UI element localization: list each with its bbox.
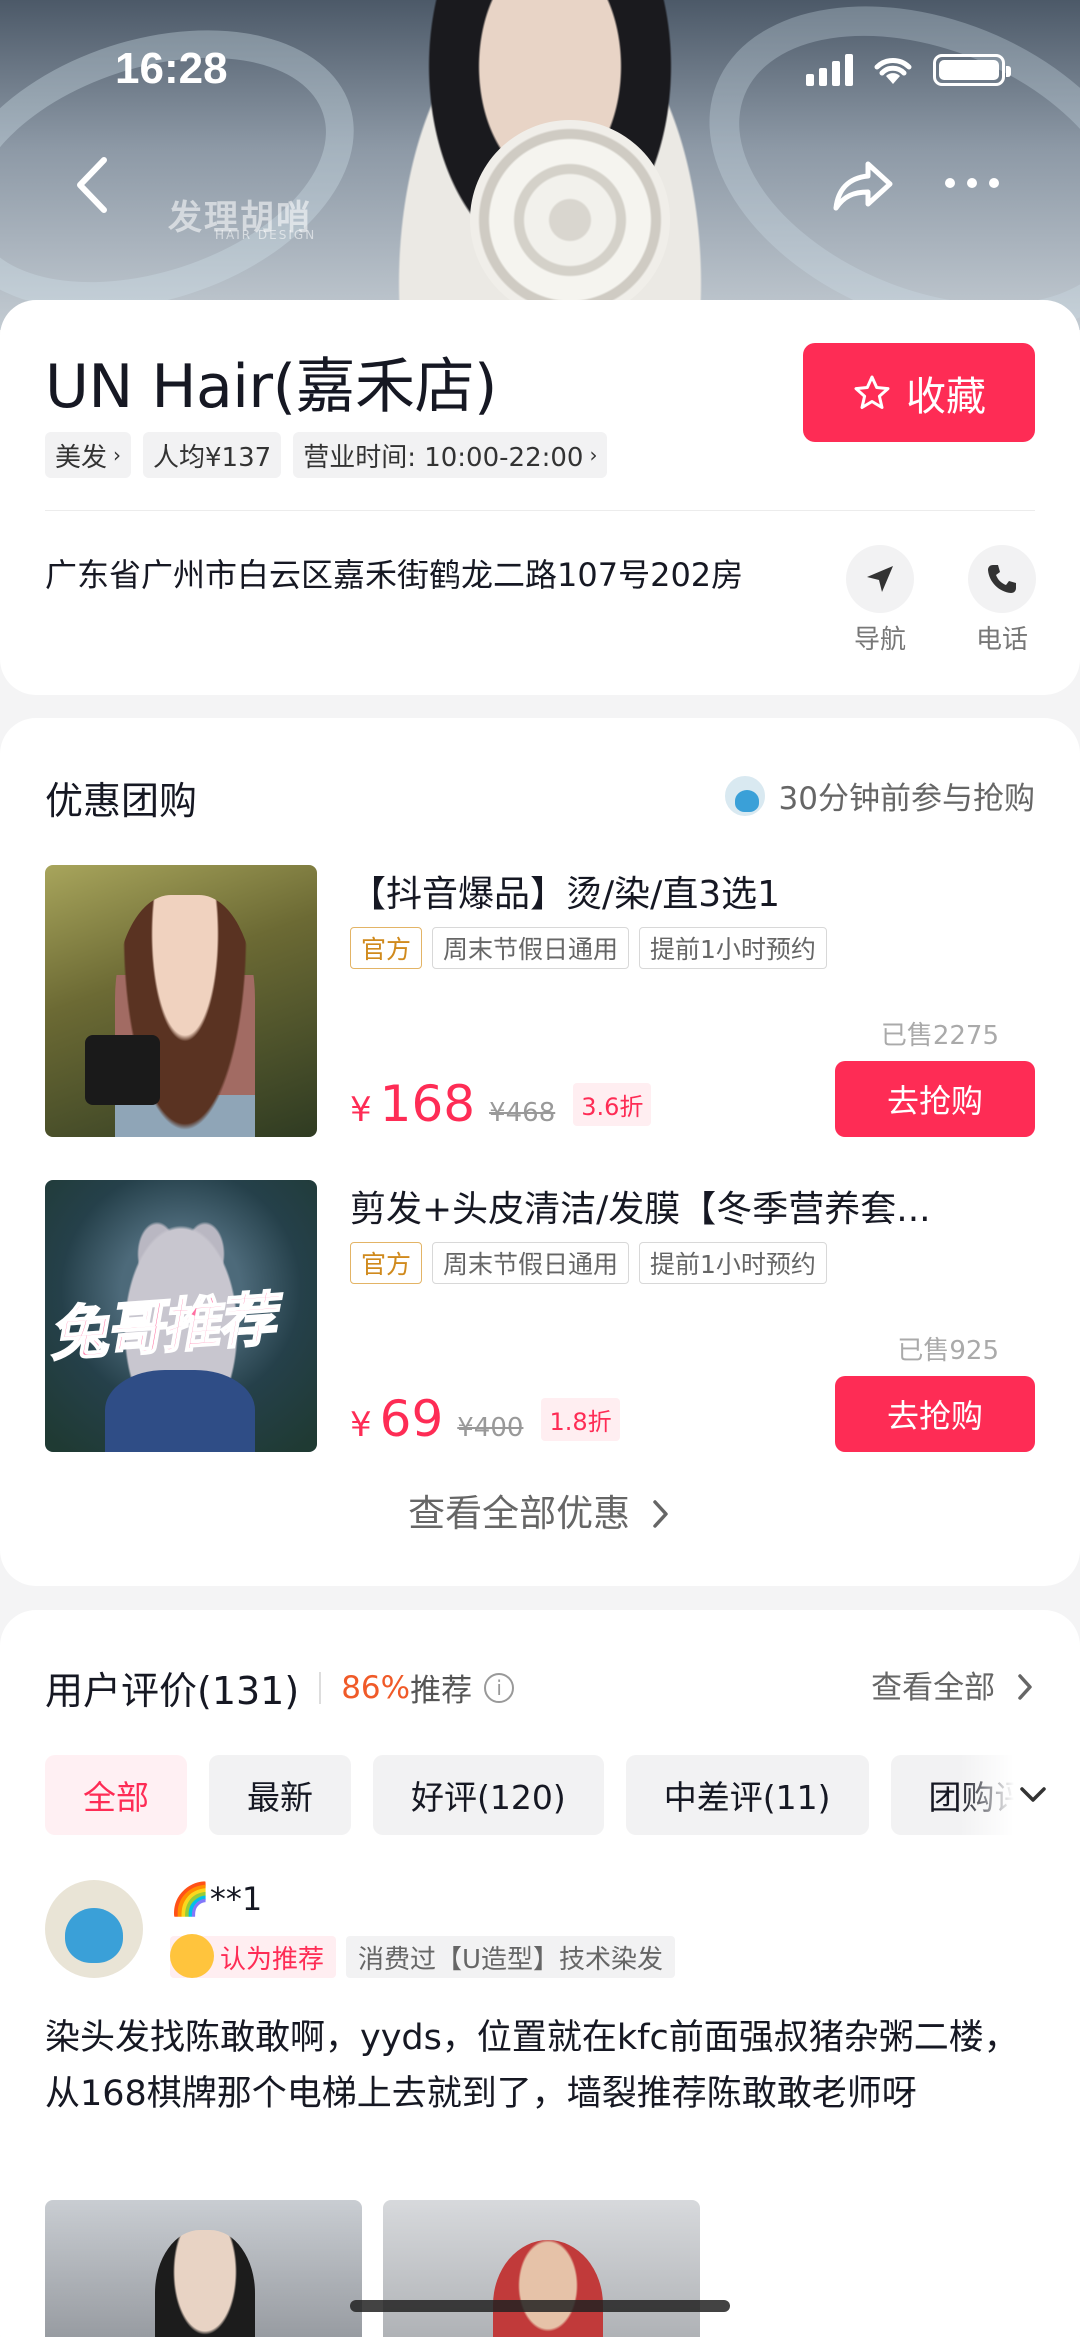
signal-icon	[806, 54, 853, 86]
official-tag: 官方	[350, 927, 423, 969]
recommend-label: 推荐	[410, 1673, 473, 1709]
deal-image	[45, 865, 317, 1137]
reviews-header: 用户评价(131) 86% 推荐 i	[45, 1660, 515, 1715]
chevron-right-icon: ›	[113, 443, 122, 467]
shop-info-card: UN Hair(嘉禾店) 收藏 美发 › 人均¥137 营业时间: 10:00-2…	[0, 300, 1080, 695]
status-icons	[806, 52, 1011, 86]
recommend-percent: 86%	[341, 1669, 411, 1706]
favorite-label: 收藏	[906, 373, 986, 420]
navigation-button[interactable]: 导航	[835, 545, 925, 656]
phone-button[interactable]: 电话	[957, 545, 1047, 656]
recommend-badge: 认为推荐	[170, 1934, 337, 1978]
sold-count: 已售925	[897, 1336, 999, 1366]
buy-button[interactable]: 去抢购	[835, 1376, 1035, 1452]
deal-tag: 提前1小时预约	[639, 1242, 827, 1284]
favorite-button[interactable]: 收藏	[803, 343, 1035, 442]
hero-watermark-sub: HAIR DESIGN	[215, 228, 317, 242]
deal-tag: 提前1小时预约	[639, 927, 827, 969]
deal-image-caption: 兔哥推荐	[46, 1284, 276, 1369]
phone-label: 电话	[975, 625, 1028, 655]
chevron-right-icon	[653, 1500, 668, 1528]
phone-icon	[988, 565, 1016, 593]
deals-card: 优惠团购 30分钟前参与抢购 【抖音爆品】烫/染/直3选1 官方 周末节假日通用…	[0, 718, 1080, 1586]
filter-latest[interactable]: 最新	[209, 1755, 351, 1835]
info-icon[interactable]: i	[484, 1672, 515, 1703]
buy-button[interactable]: 去抢购	[835, 1061, 1035, 1137]
deal-tags: 官方 周末节假日通用 提前1小时预约	[350, 1242, 827, 1284]
price-row: ¥ 168 ¥468 3.6折	[350, 1075, 652, 1133]
chevron-down-icon	[1020, 1787, 1046, 1802]
wifi-icon	[874, 58, 912, 84]
avatar[interactable]	[45, 1880, 143, 1978]
discount-badge: 3.6折	[573, 1082, 652, 1126]
deal-item[interactable]: 【抖音爆品】烫/染/直3选1 官方 周末节假日通用 提前1小时预约 已售2275…	[45, 865, 1035, 1137]
filter-all[interactable]: 全部	[45, 1755, 187, 1835]
deal-image: 兔哥推荐	[45, 1180, 317, 1452]
reviews-card: 用户评价(131) 86% 推荐 i 查看全部 全部 最新 好评(120) 中差…	[0, 1610, 1080, 2337]
status-time: 16:28	[115, 44, 228, 93]
sold-count: 已售2275	[880, 1021, 999, 1051]
navigation-label: 导航	[853, 625, 906, 655]
hours-tag[interactable]: 营业时间: 10:00-22:00 ›	[293, 432, 608, 478]
expand-filters-button[interactable]	[960, 1755, 1080, 1835]
battery-icon	[933, 54, 1011, 86]
deal-item[interactable]: 兔哥推荐 剪发+头皮清洁/发膜【冬季营养套... 官方 周末节假日通用 提前1小…	[45, 1180, 1035, 1452]
see-all-deals-link[interactable]: 查看全部优惠	[0, 1483, 1080, 1537]
chevron-right-icon: ›	[589, 443, 598, 467]
divider	[319, 1671, 322, 1704]
deal-price: 168	[379, 1075, 476, 1133]
star-icon	[854, 375, 890, 409]
review-badges: 认为推荐 消费过【U造型】技术染发	[170, 1934, 676, 1978]
deal-tags: 官方 周末节假日通用 提前1小时预约	[350, 927, 827, 969]
back-icon[interactable]	[68, 150, 118, 220]
consumed-badge: 消费过【U造型】技术染发	[346, 1936, 676, 1978]
price-row: ¥ 69 ¥400 1.8折	[350, 1390, 620, 1448]
original-price: ¥400	[457, 1413, 524, 1443]
currency-symbol: ¥	[350, 1090, 372, 1130]
deal-title: 剪发+头皮清洁/发膜【冬季营养套...	[350, 1189, 931, 1230]
deal-tag: 周末节假日通用	[432, 927, 630, 969]
deal-title: 【抖音爆品】烫/染/直3选1	[350, 874, 781, 915]
deal-price: 69	[379, 1390, 444, 1448]
recent-activity: 30分钟前参与抢购	[722, 773, 1035, 818]
category-tag[interactable]: 美发 ›	[45, 432, 132, 478]
hero-flower-image	[470, 120, 670, 320]
deals-title: 优惠团购	[45, 779, 198, 823]
currency-symbol: ¥	[350, 1405, 372, 1445]
reviewer-name[interactable]: 🌈**1	[170, 1880, 262, 1918]
shop-address: 广东省广州市白云区嘉禾街鹤龙二路107号202房	[45, 556, 744, 594]
home-indicator	[350, 2300, 730, 2312]
more-icon[interactable]	[945, 168, 1005, 198]
view-all-reviews-link[interactable]: 查看全部	[871, 1662, 1035, 1707]
filter-negative[interactable]: 中差评(11)	[625, 1755, 869, 1835]
deal-tag: 周末节假日通用	[432, 1242, 630, 1284]
review-filters: 全部 最新 好评(120) 中差评(11) 团购评	[45, 1755, 1066, 1835]
original-price: ¥468	[489, 1098, 556, 1128]
review-photo[interactable]	[383, 2200, 700, 2337]
navigation-icon	[867, 566, 893, 592]
discount-badge: 1.8折	[541, 1397, 620, 1441]
divider	[45, 510, 1035, 511]
avatar	[722, 773, 767, 818]
filter-positive[interactable]: 好评(120)	[373, 1755, 604, 1835]
official-tag: 官方	[350, 1242, 423, 1284]
shop-tags: 美发 › 人均¥137 营业时间: 10:00-22:00 ›	[45, 432, 608, 478]
share-icon[interactable]	[828, 150, 898, 220]
avg-price-tag: 人均¥137	[143, 432, 282, 478]
shop-name: UN Hair(嘉禾店)	[45, 352, 497, 422]
review-text: 染头发找陈敢敢啊，yyds，位置就在kfc前面强叔猪杂粥二楼，从168棋牌那个电…	[45, 2018, 1019, 2114]
reviews-title: 用户评价(131)	[45, 1669, 300, 1713]
review-photo[interactable]	[45, 2200, 362, 2337]
smile-emoji-icon	[170, 1934, 214, 1978]
chevron-right-icon	[1018, 1674, 1032, 1700]
